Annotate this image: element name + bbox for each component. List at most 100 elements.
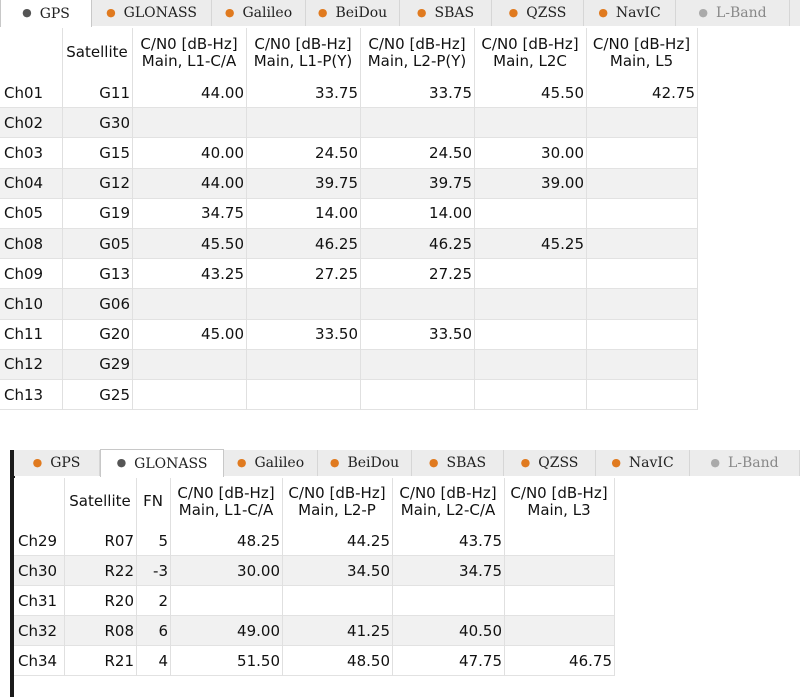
value-cell: 34.75 <box>201 204 244 223</box>
value-cell: 40.50 <box>459 621 502 640</box>
tab-status-dot-icon: ● <box>32 455 43 469</box>
tab-gps[interactable]: ● GPS <box>14 450 100 476</box>
value-cell: 45.00 <box>201 325 244 344</box>
tab-status-dot-icon: ● <box>508 5 519 19</box>
value-cell: 45.25 <box>541 234 584 253</box>
tab-status-dot-icon: ● <box>116 456 127 469</box>
value-cell: 46.25 <box>315 234 358 253</box>
constellation-tab-bar: ● GPS ● GLONASS ● Galileo ● BeiDou ● SBAS ● QZSS ● Na… <box>0 0 800 27</box>
gps-signal-table: Satellite C/N0 [dB-Hz] Main, L1-C/A C/N0 [… <box>0 28 698 413</box>
tab-navic[interactable]: ● NavIC <box>584 0 676 26</box>
value-cell <box>132 380 246 410</box>
value-cell <box>586 169 697 199</box>
tab-beidou[interactable]: ● BeiDou <box>318 450 412 476</box>
tab-label: L-Band <box>727 455 779 471</box>
value-cell <box>474 350 586 380</box>
tab-galileo[interactable]: ● Galileo <box>224 450 318 476</box>
tab-status-dot-icon: ● <box>236 455 247 469</box>
tab-status-dot-icon: ● <box>611 455 621 469</box>
tab-qzss[interactable]: ● QZSS <box>504 450 596 476</box>
value-cell <box>360 289 474 319</box>
satellite-cell: R07 <box>104 531 134 550</box>
value-cell: 41.25 <box>347 621 390 640</box>
satellite-cell: G05 <box>99 234 130 253</box>
channel-cell: Ch05 <box>4 204 44 223</box>
tab-label: GPS <box>39 5 70 22</box>
column-header: C/N0 [dB-Hz] Main, L3 <box>510 483 608 519</box>
value-cell: 40.00 <box>201 143 244 162</box>
tab-label: SBAS <box>446 455 487 471</box>
tab-label: Galileo <box>242 5 293 21</box>
tab-sbas[interactable]: ● SBAS <box>400 0 492 26</box>
value-cell: 46.25 <box>429 234 472 253</box>
value-cell: 46.75 <box>569 651 612 670</box>
value-cell: 33.75 <box>315 83 358 102</box>
glonass-signal-table: Satellite FN C/N0 [dB-Hz] Main, L1-C/A C/N0… <box>14 478 615 697</box>
value-cell: 42.75 <box>652 83 695 102</box>
value-cell <box>504 526 614 556</box>
tab-gps[interactable]: ● GPS <box>0 0 92 27</box>
tab-status-dot-icon: ● <box>106 5 116 19</box>
value-cell: 33.75 <box>429 83 472 102</box>
value-cell <box>474 289 586 319</box>
tab-label: Galileo <box>254 455 305 471</box>
value-cell: 30.00 <box>237 561 280 580</box>
satellite-cell: G30 <box>99 113 130 132</box>
satellite-cell: R08 <box>104 621 134 640</box>
column-divider <box>586 28 587 411</box>
tab-glonass[interactable]: ● GLONASS <box>100 449 224 477</box>
channel-cell: Ch11 <box>4 325 44 344</box>
value-cell <box>132 289 246 319</box>
tab-lband[interactable]: ● L-Band <box>690 450 800 476</box>
value-cell <box>586 138 697 168</box>
value-cell <box>474 320 586 350</box>
tab-status-dot-icon: ● <box>598 5 608 19</box>
value-cell <box>504 556 614 586</box>
value-cell: 34.50 <box>347 561 390 580</box>
tab-glonass[interactable]: ● GLONASS <box>92 0 212 26</box>
tab-sbas[interactable]: ● SBAS <box>412 450 504 476</box>
value-cell: 33.50 <box>429 325 472 344</box>
tab-navic[interactable]: ● NavIC <box>596 450 690 476</box>
value-cell: 2 <box>158 591 168 610</box>
value-cell <box>282 586 392 616</box>
column-header: C/N0 [dB-Hz] Main, L1-P(Y) <box>253 34 353 70</box>
tab-label: GPS <box>50 455 81 471</box>
satellite-cell: R22 <box>104 561 134 580</box>
tab-label: BeiDou <box>335 5 388 21</box>
satellite-cell: G12 <box>99 174 130 193</box>
channel-cell: Ch01 <box>4 83 44 102</box>
value-cell: 34.75 <box>459 561 502 580</box>
column-divider <box>132 28 133 411</box>
value-cell <box>246 350 360 380</box>
constellation-tab-bar: ● GPS ● GLONASS ● Galileo ● BeiDou ● SBAS ● QZSS ● Na… <box>14 449 800 477</box>
column-divider <box>474 28 475 411</box>
column-divider <box>136 478 137 676</box>
value-cell: 44.00 <box>201 83 244 102</box>
tab-status-dot-icon: ● <box>710 455 720 469</box>
value-cell: 43.75 <box>459 531 502 550</box>
value-cell <box>586 229 697 259</box>
value-cell: 48.50 <box>347 651 390 670</box>
tab-status-dot-icon: ● <box>698 5 708 19</box>
tab-galileo[interactable]: ● Galileo <box>212 0 306 26</box>
column-header: C/N0 [dB-Hz] Main, L1-C/A <box>177 483 275 519</box>
tab-status-dot-icon: ● <box>416 5 427 19</box>
value-cell: 14.00 <box>429 204 472 223</box>
column-header: C/N0 [dB-Hz] Main, L5 <box>592 34 691 70</box>
tab-label: GLONASS <box>123 5 197 21</box>
value-cell: 14.00 <box>315 204 358 223</box>
satellite-cell: G25 <box>99 385 130 404</box>
tab-beidou[interactable]: ● BeiDou <box>306 0 400 26</box>
row-header-corner <box>0 28 62 78</box>
row-header-corner <box>14 478 64 526</box>
column-divider <box>282 478 283 676</box>
tab-lband[interactable]: ● L-Band <box>676 0 790 26</box>
satellite-cell: G20 <box>99 325 130 344</box>
tab-status-dot-icon: ● <box>329 455 340 469</box>
value-cell: 30.00 <box>541 143 584 162</box>
channel-cell: Ch08 <box>4 234 44 253</box>
tab-qzss[interactable]: ● QZSS <box>492 0 584 26</box>
value-cell <box>586 320 697 350</box>
value-cell <box>504 586 614 616</box>
